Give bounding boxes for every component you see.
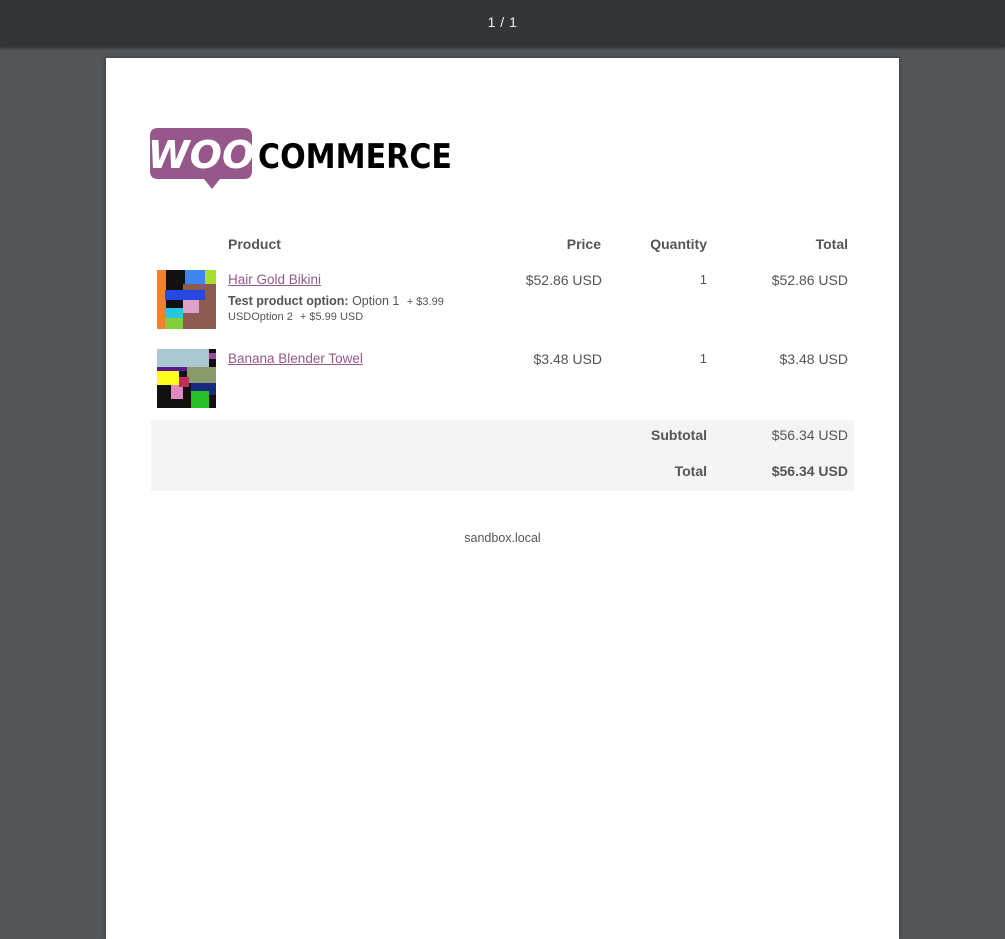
option-1-currency: USD (228, 311, 252, 323)
total-cell: $3.48 USD (779, 351, 848, 367)
option-key: Test product option: (228, 294, 349, 308)
column-header-product: Product (228, 236, 281, 252)
option-1-value: Option 1 (352, 294, 400, 308)
table-row: Banana Blender Towel $3.48 USD 1 $3.48 U… (151, 349, 854, 411)
quantity-cell: 1 (699, 272, 707, 287)
table-row: Hair Gold Bikini Test product option: Op… (151, 270, 854, 332)
column-header-price: Price (566, 236, 601, 252)
logo-bubble-text: WOO (150, 133, 254, 177)
product-link[interactable]: Hair Gold Bikini (228, 272, 321, 287)
price-cell: $3.48 USD (533, 351, 602, 367)
total-label: Total (674, 463, 707, 479)
product-thumbnail[interactable] (157, 349, 216, 408)
page-counter: 1 / 1 (487, 14, 518, 30)
product-options: Test product option: Option 1 + $3.99 US… (228, 294, 458, 325)
pdf-viewer-toolbar: 1 / 1 (0, 0, 1005, 47)
total-value: $56.34 USD (771, 463, 848, 479)
document-page: WOO COMMERCE Product Price Quantity Tota… (106, 58, 899, 939)
footer-site: sandbox.local (464, 531, 541, 545)
product-link[interactable]: Banana Blender Towel (228, 351, 363, 366)
subtotal-value: $56.34 USD (771, 427, 848, 443)
column-header-quantity: Quantity (650, 236, 707, 252)
subtotal-label: Subtotal (651, 427, 707, 443)
order-totals: Subtotal $56.34 USD Total $56.34 USD (151, 420, 854, 491)
price-cell: $52.86 USD (525, 272, 602, 288)
logo-text: COMMERCE (258, 137, 452, 177)
column-header-total: Total (815, 236, 848, 252)
quantity-cell: 1 (699, 351, 707, 366)
total-cell: $52.86 USD (771, 272, 848, 288)
woocommerce-logo: WOO COMMERCE (150, 128, 454, 190)
product-thumbnail[interactable] (157, 270, 216, 329)
option-2-price: + $5.99 USD (299, 311, 364, 323)
option-2-value: Option 2 (251, 311, 293, 323)
option-1-price: + $3.99 (406, 296, 444, 308)
